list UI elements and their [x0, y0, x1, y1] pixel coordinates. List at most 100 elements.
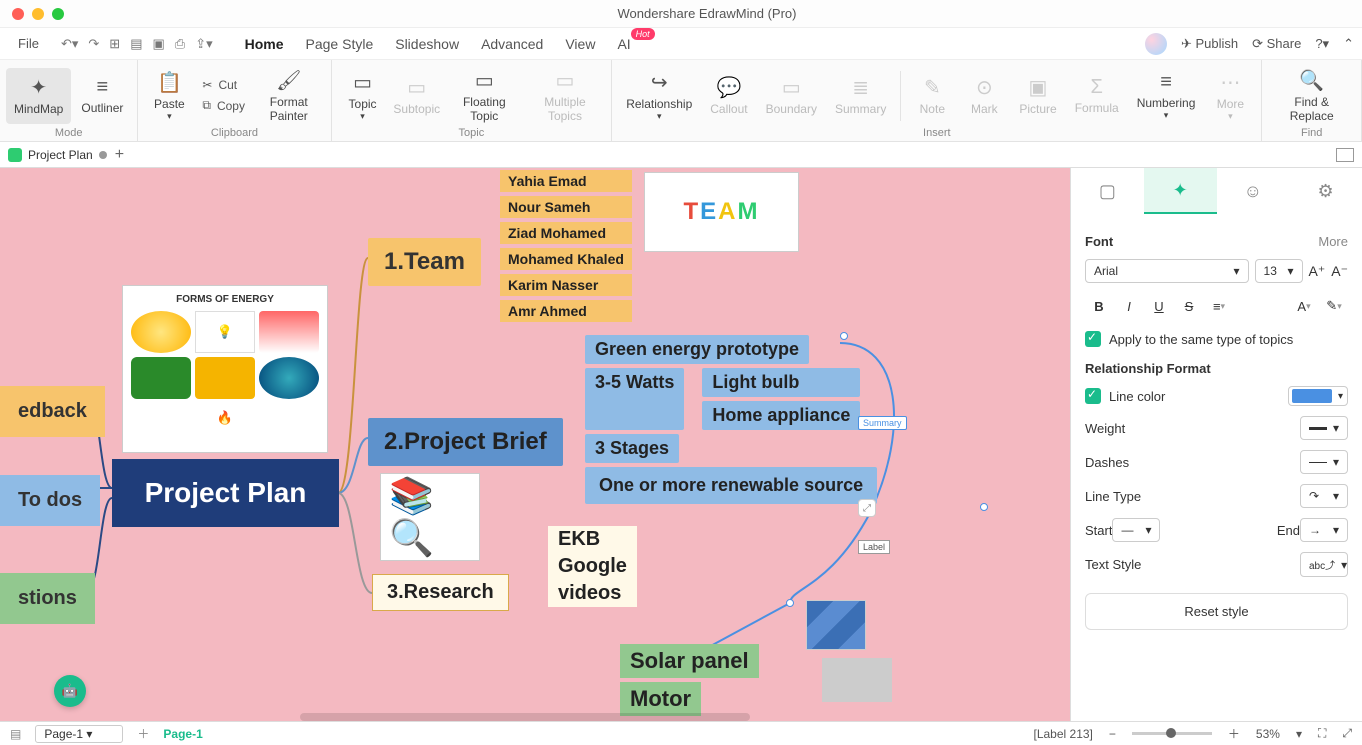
- tab-advanced[interactable]: Advanced: [481, 36, 543, 52]
- share-button[interactable]: ⟳ Share: [1252, 36, 1301, 52]
- brief-item[interactable]: Green energy prototype: [585, 335, 809, 364]
- member[interactable]: Yahia Emad: [500, 170, 632, 192]
- node-project-brief[interactable]: 2.Project Brief: [368, 418, 563, 466]
- text-style-select[interactable]: abc⤴▾: [1300, 552, 1348, 577]
- sp-tab-settings[interactable]: ⚙: [1289, 168, 1362, 214]
- add-page[interactable]: ＋: [137, 725, 149, 742]
- zoom-dropdown[interactable]: ▾: [1296, 727, 1302, 741]
- italic-button[interactable]: I: [1115, 293, 1143, 319]
- zoom-slider[interactable]: [1132, 732, 1212, 735]
- line-type-select[interactable]: ↷▾: [1300, 484, 1348, 508]
- underline-button[interactable]: U: [1145, 293, 1173, 319]
- cut-button[interactable]: ✂Cut: [202, 76, 245, 94]
- node-questions[interactable]: stions: [0, 573, 95, 624]
- node-solar[interactable]: Solar panel: [620, 644, 759, 678]
- relationship-button[interactable]: ↪Relationship▾: [618, 68, 700, 124]
- copy-button[interactable]: ⧉Copy: [202, 96, 245, 115]
- node-central[interactable]: Project Plan: [112, 459, 339, 527]
- chat-assistant-icon[interactable]: 🤖: [54, 675, 86, 707]
- end-select[interactable]: →▾: [1300, 518, 1348, 542]
- sp-tab-outline[interactable]: ▢: [1071, 168, 1144, 214]
- research-item[interactable]: EKB: [548, 526, 637, 553]
- member[interactable]: Amr Ahmed: [500, 300, 632, 322]
- dashes-select[interactable]: ▾: [1300, 450, 1348, 474]
- open-icon[interactable]: ▤: [130, 36, 142, 52]
- panel-toggle-icon[interactable]: [1336, 148, 1354, 162]
- close-window[interactable]: [12, 8, 24, 20]
- collapse-ribbon-icon[interactable]: ⌃: [1343, 36, 1354, 52]
- document-tab[interactable]: Project Plan: [8, 148, 107, 162]
- highlight-button[interactable]: ✎: [1320, 293, 1348, 319]
- tab-home[interactable]: Home: [245, 36, 284, 52]
- tab-ai[interactable]: AIHot: [617, 36, 630, 52]
- pages-icon[interactable]: ▤: [10, 727, 21, 741]
- node-todos[interactable]: To dos: [0, 475, 100, 526]
- team-image[interactable]: TEAM: [644, 172, 799, 252]
- sp-tab-style[interactable]: ✦: [1144, 168, 1217, 214]
- add-tab-button[interactable]: +: [115, 146, 124, 164]
- brief-item[interactable]: Home appliance: [702, 401, 860, 430]
- find-replace-button[interactable]: 🔍Find & Replace: [1268, 68, 1355, 124]
- minimize-window[interactable]: [32, 8, 44, 20]
- font-grow-icon[interactable]: A⁺: [1309, 263, 1326, 280]
- node-feedback[interactable]: edback: [0, 386, 105, 437]
- solar-image[interactable]: [806, 600, 866, 650]
- start-select[interactable]: —▾: [1112, 518, 1160, 542]
- outliner-mode-button[interactable]: ≡Outliner: [73, 68, 131, 124]
- active-page[interactable]: Page-1: [163, 727, 202, 741]
- font-shrink-icon[interactable]: A⁻: [1331, 263, 1348, 280]
- zoom-in[interactable]: ＋: [1228, 725, 1240, 742]
- avatar[interactable]: [1145, 33, 1167, 55]
- brief-item[interactable]: 3 Stages: [585, 434, 679, 463]
- apply-same-checkbox[interactable]: [1085, 331, 1101, 347]
- line-color-checkbox[interactable]: [1085, 388, 1101, 404]
- expand-handle[interactable]: ⤢: [858, 499, 876, 517]
- font-size-select[interactable]: 13▾: [1255, 259, 1303, 283]
- tab-slideshow[interactable]: Slideshow: [395, 36, 459, 52]
- paste-button[interactable]: 📋Paste▾: [144, 68, 194, 124]
- tab-view[interactable]: View: [565, 36, 595, 52]
- save-icon[interactable]: ▣: [152, 36, 164, 52]
- mindmap-mode-button[interactable]: ✦MindMap: [6, 68, 71, 124]
- strike-button[interactable]: S: [1175, 293, 1203, 319]
- handle[interactable]: [786, 599, 794, 607]
- brief-item[interactable]: 3-5 Watts: [585, 368, 684, 430]
- new-icon[interactable]: ⊞: [109, 36, 120, 52]
- member[interactable]: Ziad Mohamed: [500, 222, 632, 244]
- export-icon[interactable]: ⇪▾: [195, 36, 212, 52]
- weight-select[interactable]: ▾: [1300, 416, 1348, 440]
- node-team[interactable]: 1.Team: [368, 238, 481, 286]
- reset-style-button[interactable]: Reset style: [1085, 593, 1348, 630]
- canvas[interactable]: edback To dos stions Project Plan FORMS …: [0, 168, 1070, 721]
- label-tag[interactable]: Label: [858, 540, 890, 554]
- sp-tab-icon[interactable]: ☺: [1217, 168, 1290, 214]
- topic-button[interactable]: ▭Topic▾: [338, 68, 388, 124]
- research-image[interactable]: 📚🔍: [380, 473, 480, 561]
- redo-icon[interactable]: ↷: [88, 36, 99, 52]
- more-link[interactable]: More: [1318, 234, 1348, 249]
- bold-button[interactable]: B: [1085, 293, 1113, 319]
- fullscreen-icon[interactable]: ⤢: [1342, 726, 1352, 741]
- handle[interactable]: [840, 332, 848, 340]
- research-item[interactable]: videos: [548, 580, 637, 607]
- print-icon[interactable]: ⎙: [175, 36, 185, 52]
- member[interactable]: Karim Nasser: [500, 274, 632, 296]
- summary-tag[interactable]: Summary: [858, 416, 907, 430]
- file-menu[interactable]: File: [8, 32, 49, 55]
- font-family-select[interactable]: Arial▾: [1085, 259, 1249, 283]
- energy-image[interactable]: FORMS OF ENERGY 💡 🔥: [122, 285, 328, 453]
- h-scrollbar[interactable]: [300, 713, 750, 721]
- line-color-swatch[interactable]: ▾: [1288, 386, 1348, 406]
- zoom-out[interactable]: −: [1109, 727, 1116, 741]
- node-research[interactable]: 3.Research: [372, 574, 509, 611]
- research-item[interactable]: Google: [548, 553, 637, 580]
- align-button[interactable]: ≡: [1205, 293, 1233, 319]
- floating-topic-button[interactable]: ▭Floating Topic: [446, 68, 523, 124]
- handle[interactable]: [980, 503, 988, 511]
- member[interactable]: Nour Sameh: [500, 196, 632, 218]
- page-select[interactable]: Page-1 ▾: [35, 725, 123, 743]
- tab-page-style[interactable]: Page Style: [306, 36, 374, 52]
- maximize-window[interactable]: [52, 8, 64, 20]
- motor-image[interactable]: [822, 658, 892, 702]
- numbering-button[interactable]: ≡Numbering▾: [1129, 68, 1204, 124]
